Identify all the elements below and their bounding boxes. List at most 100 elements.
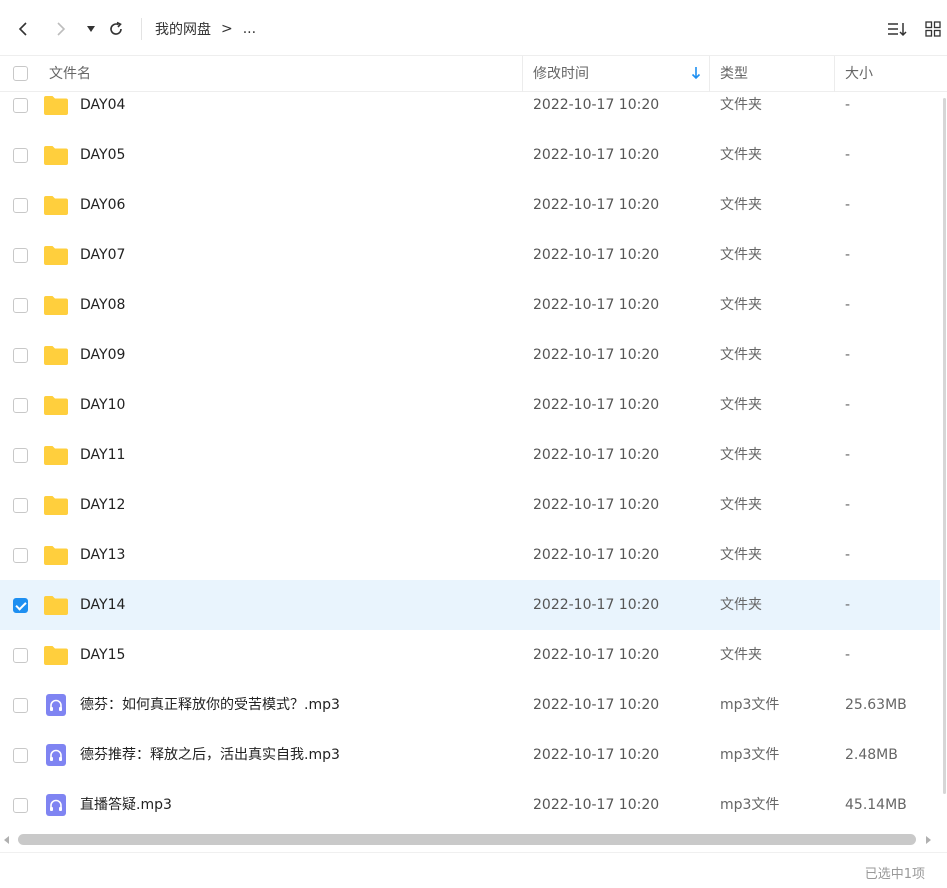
file-type: mp3文件 [720, 797, 780, 813]
column-header: 文件名 修改时间 类型 大小 [0, 56, 947, 92]
file-modified-time: 2022-10-17 10:20 [533, 747, 660, 763]
file-modified-time: 2022-10-17 10:20 [533, 647, 660, 663]
row-checkbox[interactable] [13, 548, 28, 563]
file-type: 文件夹 [720, 547, 762, 563]
file-name[interactable]: DAY04 [80, 92, 125, 130]
file-name[interactable]: 德芬：如何真正释放你的受苦模式？.mp3 [80, 680, 340, 730]
file-name[interactable]: DAY10 [80, 380, 125, 430]
file-row[interactable]: DAY11 2022-10-17 10:20 文件夹 - [0, 430, 940, 480]
file-name[interactable]: DAY05 [80, 130, 125, 180]
file-row[interactable]: DAY08 2022-10-17 10:20 文件夹 - [0, 280, 940, 330]
file-row[interactable]: 德芬：如何真正释放你的受苦模式？.mp3 2022-10-17 10:20 mp… [0, 680, 940, 730]
file-name[interactable]: DAY13 [80, 530, 125, 580]
file-name[interactable]: DAY06 [80, 180, 125, 230]
file-type: mp3文件 [720, 697, 780, 713]
row-checkbox[interactable] [13, 698, 28, 713]
file-type: 文件夹 [720, 347, 762, 363]
file-modified-time: 2022-10-17 10:20 [533, 97, 660, 113]
history-dropdown-button[interactable] [80, 14, 102, 44]
file-modified-time: 2022-10-17 10:20 [533, 797, 660, 813]
row-checkbox[interactable] [13, 148, 28, 163]
column-header-modified[interactable]: 修改时间 [533, 56, 589, 92]
file-type: 文件夹 [720, 597, 762, 613]
row-checkbox[interactable] [13, 248, 28, 263]
file-modified-time: 2022-10-17 10:20 [533, 497, 660, 513]
file-type: 文件夹 [720, 97, 762, 113]
file-name[interactable]: 德芬推荐：释放之后，活出真实自我.mp3 [80, 730, 340, 780]
row-checkbox[interactable] [13, 448, 28, 463]
folder-icon [44, 596, 68, 615]
status-bar: 已选中1项 [0, 852, 947, 888]
file-row[interactable]: DAY09 2022-10-17 10:20 文件夹 - [0, 330, 940, 380]
chevron-right-icon [57, 22, 66, 36]
row-checkbox[interactable] [13, 98, 28, 113]
horizontal-scrollbar[interactable] [0, 832, 947, 848]
file-name[interactable]: 直播答疑.mp3 [80, 780, 172, 830]
file-row[interactable]: DAY14 2022-10-17 10:20 文件夹 - [0, 580, 940, 630]
row-checkbox[interactable] [13, 298, 28, 313]
row-checkbox[interactable] [13, 748, 28, 763]
file-row[interactable]: DAY13 2022-10-17 10:20 文件夹 - [0, 530, 940, 580]
file-name[interactable]: DAY07 [80, 230, 125, 280]
breadcrumb-root-link[interactable]: 我的网盘 [155, 19, 211, 39]
folder-icon [44, 396, 68, 415]
file-name[interactable]: DAY11 [80, 430, 125, 480]
file-row[interactable]: DAY04 2022-10-17 10:20 文件夹 - [0, 92, 940, 130]
file-size: - [845, 247, 851, 263]
file-size: - [845, 597, 851, 613]
file-name[interactable]: DAY08 [80, 280, 125, 330]
file-row[interactable]: DAY15 2022-10-17 10:20 文件夹 - [0, 630, 940, 680]
file-row[interactable]: DAY12 2022-10-17 10:20 文件夹 - [0, 480, 940, 530]
folder-icon [44, 496, 68, 515]
column-resizer-type[interactable] [834, 56, 835, 92]
forward-button[interactable] [50, 14, 72, 44]
refresh-button[interactable] [105, 14, 127, 44]
file-type: mp3文件 [720, 747, 780, 763]
file-row[interactable]: 德芬推荐：释放之后，活出真实自我.mp3 2022-10-17 10:20 mp… [0, 730, 940, 780]
file-name[interactable]: DAY12 [80, 480, 125, 530]
file-size: - [845, 347, 851, 363]
row-checkbox[interactable] [13, 498, 28, 513]
scroll-left-arrow[interactable] [4, 836, 9, 844]
vertical-scrollbar[interactable] [942, 92, 947, 800]
vertical-scrollbar-thumb[interactable] [943, 98, 946, 794]
column-header-type[interactable]: 类型 [720, 56, 748, 92]
sort-button[interactable] [887, 14, 909, 44]
file-name[interactable]: DAY15 [80, 630, 125, 680]
sort-descending-icon [691, 67, 701, 80]
file-row[interactable]: DAY07 2022-10-17 10:20 文件夹 - [0, 230, 940, 280]
column-resizer-name[interactable] [522, 56, 523, 92]
row-checkbox[interactable] [13, 348, 28, 363]
file-row[interactable]: DAY10 2022-10-17 10:20 文件夹 - [0, 380, 940, 430]
audio-file-icon [46, 794, 66, 816]
file-row[interactable]: DAY06 2022-10-17 10:20 文件夹 - [0, 180, 940, 230]
file-row[interactable]: DAY05 2022-10-17 10:20 文件夹 - [0, 130, 940, 180]
row-checkbox[interactable] [13, 398, 28, 413]
row-checkbox[interactable] [13, 598, 28, 613]
sort-list-icon [888, 23, 907, 37]
file-row[interactable]: 直播答疑.mp3 2022-10-17 10:20 mp3文件 45.14MB [0, 780, 940, 830]
file-modified-time: 2022-10-17 10:20 [533, 597, 660, 613]
file-modified-time: 2022-10-17 10:20 [533, 447, 660, 463]
file-size: 45.14MB [845, 797, 907, 813]
file-name[interactable]: DAY14 [80, 580, 125, 630]
breadcrumb-more-button[interactable]: ... [243, 21, 256, 37]
grid-view-icon [925, 21, 941, 37]
column-header-size[interactable]: 大小 [845, 56, 873, 92]
breadcrumb: 我的网盘 > ... [155, 19, 256, 39]
scroll-right-arrow[interactable] [926, 836, 931, 844]
file-modified-time: 2022-10-17 10:20 [533, 697, 660, 713]
folder-icon [44, 346, 68, 365]
row-checkbox[interactable] [13, 648, 28, 663]
toolbar: 我的网盘 > ... [0, 0, 947, 56]
column-resizer-modified[interactable] [709, 56, 710, 92]
row-checkbox[interactable] [13, 798, 28, 813]
grid-view-button[interactable] [922, 14, 944, 44]
back-button[interactable] [12, 14, 34, 44]
selection-count: 已选中1项 [864, 867, 925, 882]
file-name[interactable]: DAY09 [80, 330, 125, 380]
row-checkbox[interactable] [13, 198, 28, 213]
horizontal-scrollbar-thumb[interactable] [18, 834, 916, 845]
column-header-name[interactable]: 文件名 [49, 56, 91, 92]
select-all-checkbox[interactable] [13, 66, 28, 81]
